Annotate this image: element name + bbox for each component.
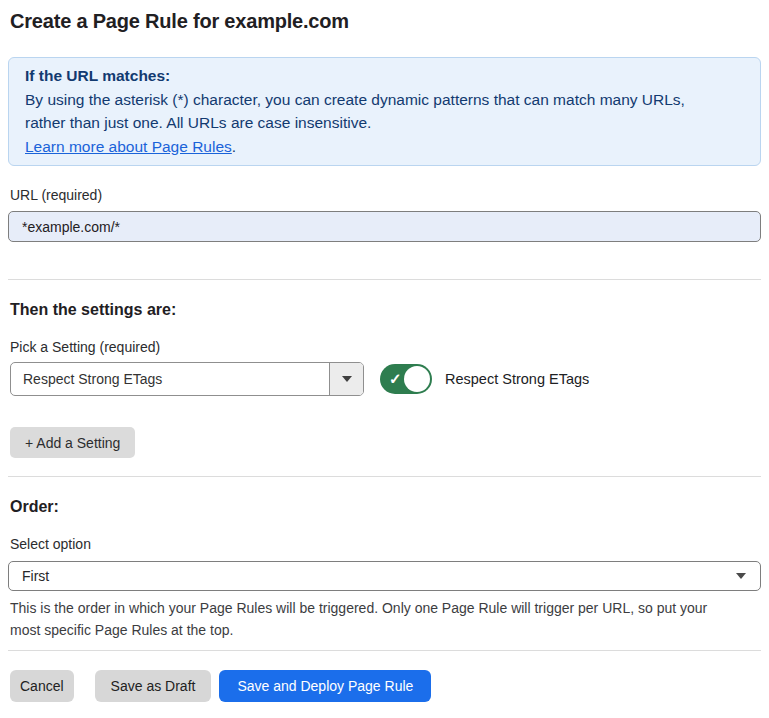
etags-toggle[interactable]: ✓ bbox=[380, 364, 432, 394]
order-select-value: First bbox=[22, 568, 736, 584]
order-select[interactable]: First bbox=[8, 561, 761, 591]
link-suffix: . bbox=[232, 138, 236, 155]
settings-heading: Then the settings are: bbox=[8, 302, 761, 318]
setting-select[interactable]: Respect Strong ETags bbox=[10, 362, 364, 396]
order-heading: Order: bbox=[8, 499, 761, 515]
check-icon: ✓ bbox=[389, 370, 402, 388]
setting-row: Respect Strong ETags ✓ Respect Strong ET… bbox=[10, 362, 761, 396]
cancel-button[interactable]: Cancel bbox=[10, 670, 74, 702]
action-buttons: Cancel Save as Draft Save and Deploy Pag… bbox=[10, 670, 761, 702]
save-draft-button[interactable]: Save as Draft bbox=[95, 670, 212, 702]
toggle-knob bbox=[404, 366, 430, 392]
dropdown-arrow-icon bbox=[342, 376, 352, 382]
url-input[interactable] bbox=[8, 211, 761, 242]
section-divider bbox=[8, 279, 761, 280]
chevron-down-icon bbox=[736, 573, 746, 579]
save-deploy-button[interactable]: Save and Deploy Page Rule bbox=[219, 670, 431, 702]
url-match-info-box: If the URL matches: By using the asteris… bbox=[8, 57, 761, 166]
page-title: Create a Page Rule for example.com bbox=[8, 0, 761, 34]
setting-select-button[interactable] bbox=[329, 363, 363, 395]
order-help-text: This is the order in which your Page Rul… bbox=[8, 597, 740, 641]
info-body: By using the asterisk (*) character, you… bbox=[25, 88, 720, 135]
section-divider bbox=[8, 650, 761, 651]
url-label: URL (required) bbox=[10, 188, 761, 202]
section-divider bbox=[8, 476, 761, 477]
info-heading: If the URL matches: bbox=[25, 64, 744, 88]
add-setting-button[interactable]: + Add a Setting bbox=[10, 427, 135, 458]
info-link-line: Learn more about Page Rules. bbox=[25, 135, 744, 159]
select-option-label: Select option bbox=[10, 537, 761, 551]
toggle-label: Respect Strong ETags bbox=[445, 371, 589, 387]
pick-setting-label: Pick a Setting (required) bbox=[10, 340, 761, 354]
learn-more-link[interactable]: Learn more about Page Rules bbox=[25, 138, 232, 155]
page-rule-form: Create a Page Rule for example.com If th… bbox=[0, 0, 769, 702]
setting-select-value: Respect Strong ETags bbox=[11, 363, 329, 395]
